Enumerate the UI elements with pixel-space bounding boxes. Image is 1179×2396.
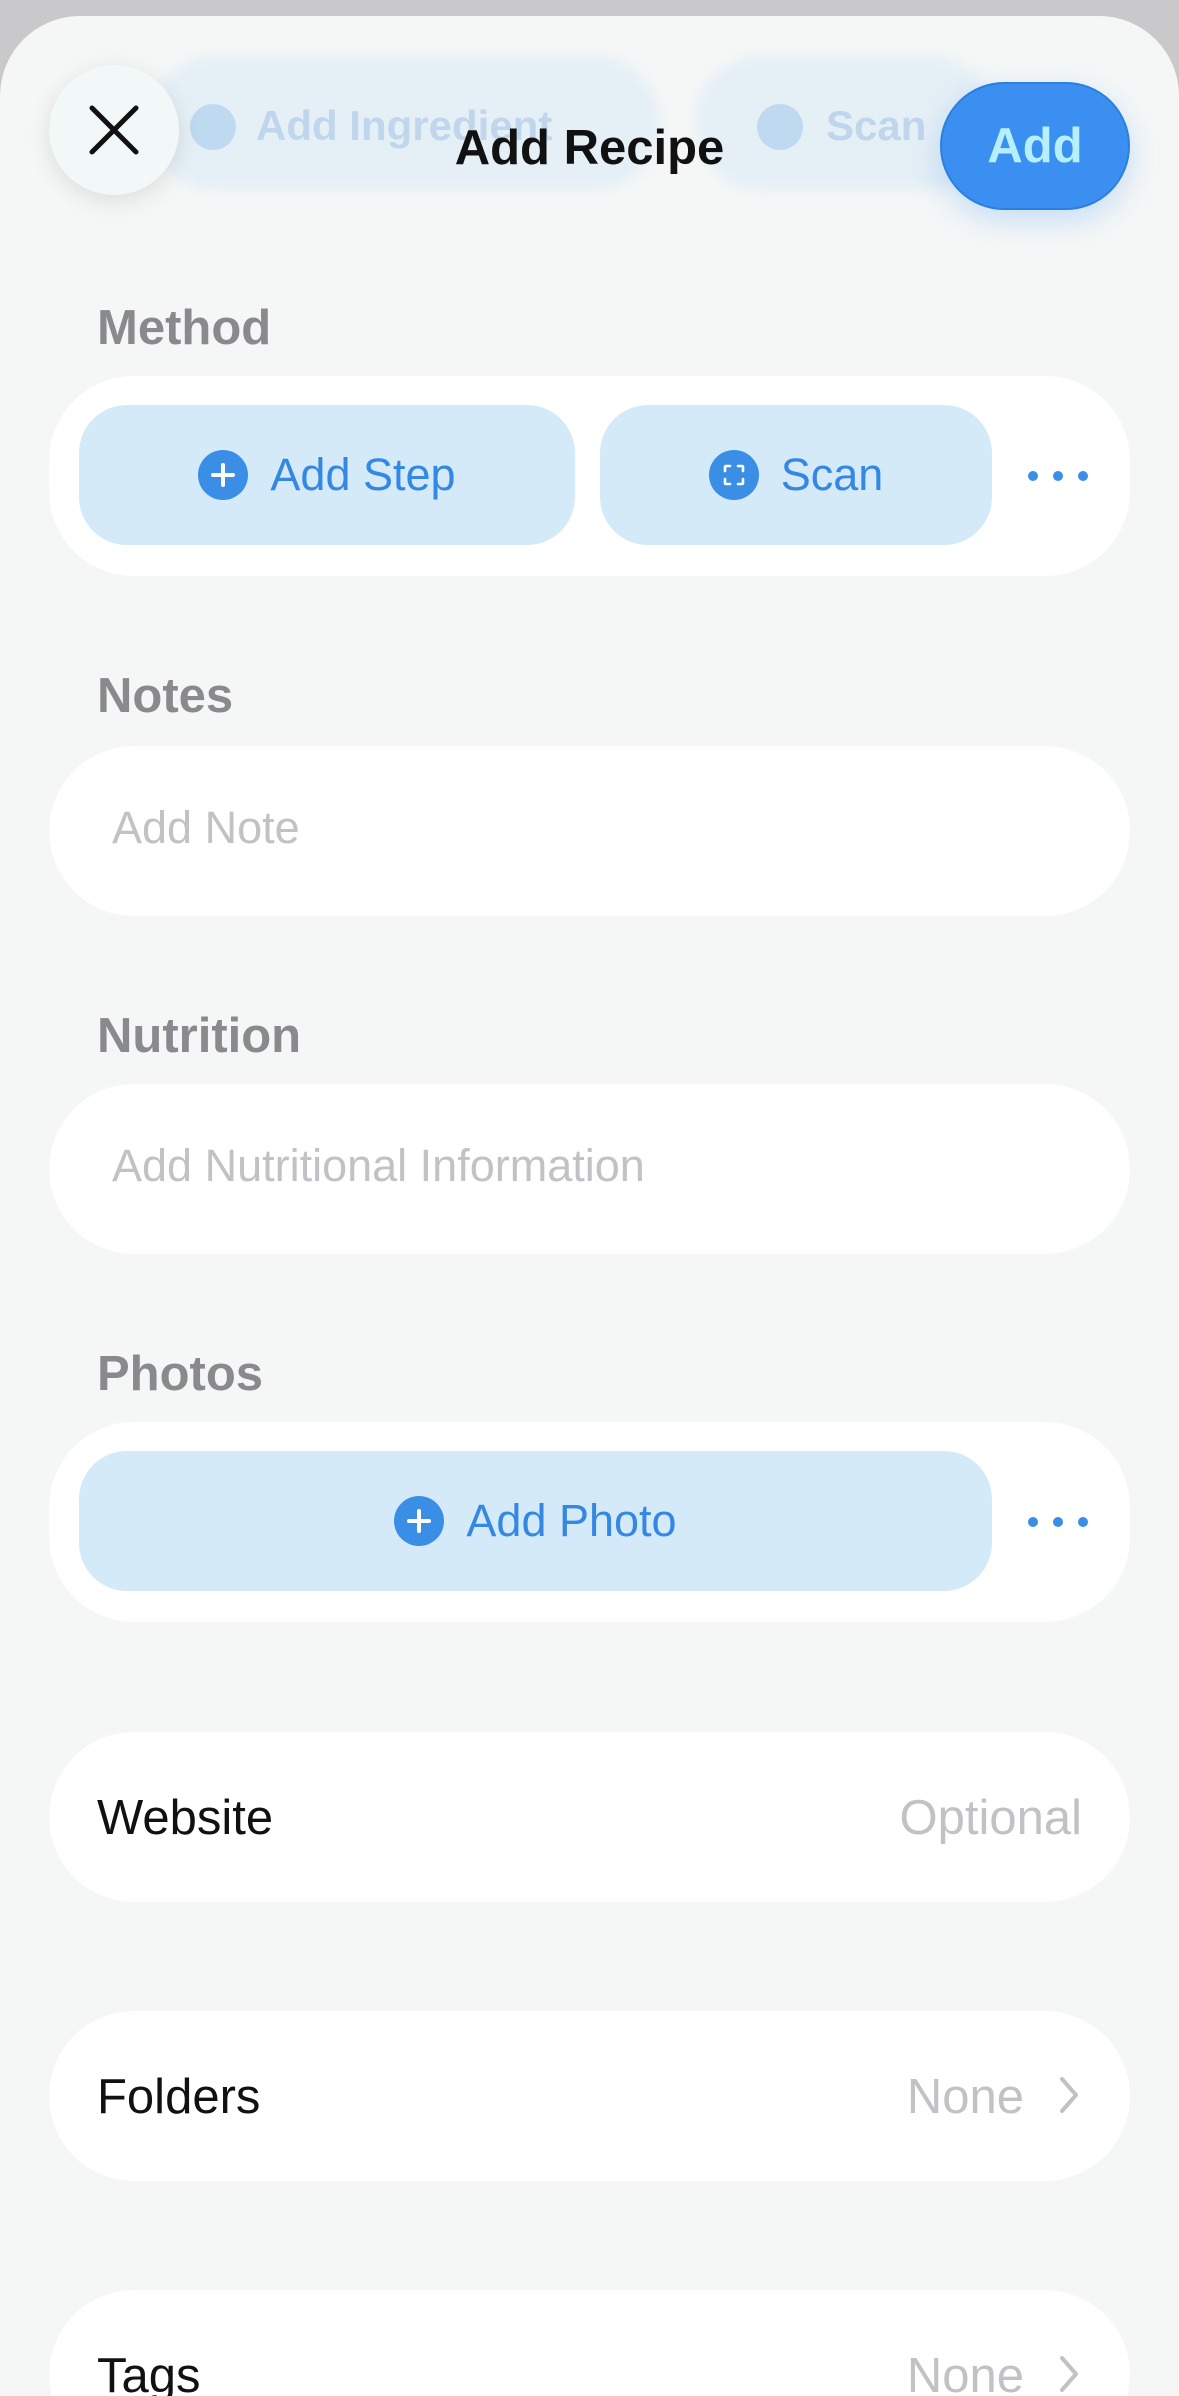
notes-section-label: Notes — [97, 669, 234, 723]
nutrition-section-label: Nutrition — [97, 1009, 302, 1063]
scan-icon — [708, 450, 759, 500]
notes-field[interactable]: Add Note — [49, 746, 1130, 916]
notes-placeholder: Add Note — [112, 802, 300, 853]
tags-value: None — [906, 2349, 1024, 2396]
scan-label: Scan — [780, 449, 884, 500]
add-button[interactable]: Add — [940, 82, 1130, 210]
sheet-header: Add Ingredient Scan Add Recipe Add — [0, 16, 1179, 216]
photos-more-icon[interactable] — [1028, 1502, 1088, 1542]
website-value: Optional — [899, 1791, 1082, 1845]
nutrition-field[interactable]: Add Nutritional Information — [49, 1084, 1130, 1254]
add-photo-label: Add Photo — [466, 1495, 677, 1546]
method-section-label: Method — [97, 301, 272, 355]
website-row[interactable]: Website Optional — [49, 1732, 1130, 1902]
chevron-right-icon — [1060, 2356, 1078, 2392]
folders-label: Folders — [97, 2070, 261, 2124]
add-recipe-sheet: Add Ingredient Scan Add Recipe Add Metho… — [0, 16, 1179, 2396]
website-label: Website — [97, 1791, 274, 1845]
folders-value: None — [906, 2070, 1024, 2124]
plus-circle-icon — [198, 450, 249, 500]
photos-card: Add Photo — [49, 1422, 1130, 1622]
tags-label: Tags — [97, 2349, 201, 2396]
scan-button[interactable]: Scan — [600, 405, 992, 545]
photos-section-label: Photos — [97, 1347, 264, 1401]
plus-circle-icon — [394, 1496, 445, 1546]
folders-row[interactable]: Folders None — [49, 2011, 1130, 2181]
method-card: Add Step Scan — [49, 376, 1130, 576]
method-more-icon[interactable] — [1028, 456, 1088, 496]
chevron-right-icon — [1060, 2077, 1078, 2113]
tags-row[interactable]: Tags None — [49, 2290, 1130, 2396]
add-step-label: Add Step — [270, 449, 456, 500]
add-step-button[interactable]: Add Step — [79, 405, 575, 545]
add-photo-button[interactable]: Add Photo — [79, 1451, 992, 1591]
nutrition-placeholder: Add Nutritional Information — [112, 1140, 645, 1191]
